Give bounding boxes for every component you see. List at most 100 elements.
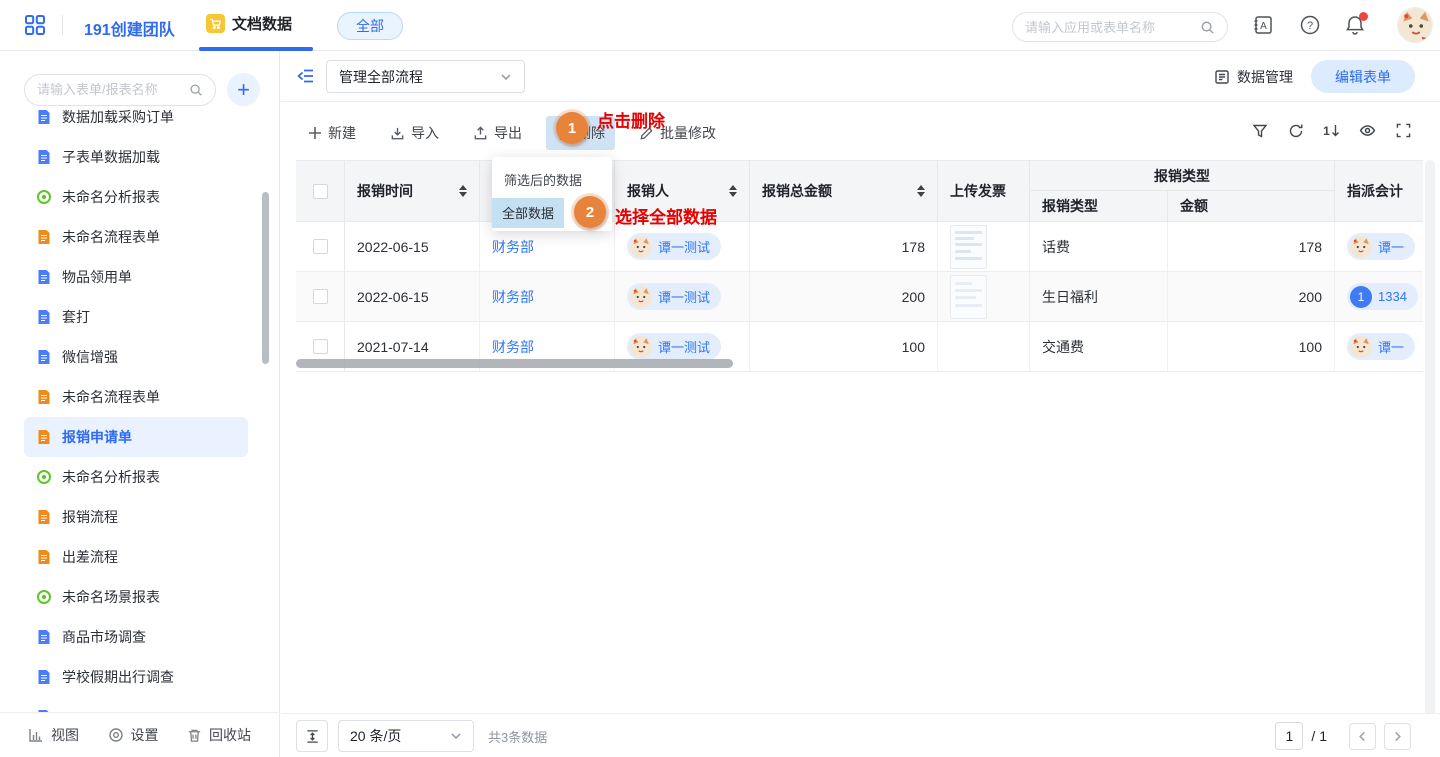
eye-icon[interactable] (1359, 122, 1376, 139)
settings-button[interactable]: 设置 (108, 725, 159, 745)
notification-bell-icon[interactable] (1344, 14, 1366, 36)
pagination-bar: 20 条/页 共3条数据 1 / 1 (281, 713, 1440, 757)
sidebar-item[interactable]: 套打 (24, 297, 248, 337)
invoice-thumbnail[interactable] (950, 225, 987, 269)
flow-doc-icon (36, 229, 52, 245)
annotation-text-1: 点击删除 (597, 107, 665, 132)
collapse-sidebar-icon[interactable] (297, 67, 315, 85)
tab-document-data[interactable]: 文档数据 (206, 13, 292, 34)
person-chip[interactable]: 谭一测试 (627, 233, 721, 260)
sort-icon[interactable]: 1 (1323, 122, 1340, 139)
prev-page-button[interactable] (1349, 723, 1376, 750)
annotation-step-2: 2 (574, 196, 606, 228)
page-total-label: / 1 (1311, 728, 1327, 744)
export-button[interactable]: 导出 (463, 116, 532, 150)
sidebar-search[interactable] (24, 74, 216, 106)
row-height-button[interactable] (296, 720, 328, 752)
sort-toggle-icon[interactable] (459, 185, 467, 197)
menu-item-filtered-data[interactable]: 筛选后的数据 (492, 165, 612, 194)
row-checkbox[interactable] (313, 239, 328, 254)
table-row[interactable]: 2022-06-15 财务部 谭一测试 178 话费 178 谭一 (296, 222, 1423, 272)
column-header-amount[interactable]: 金额 (1168, 191, 1334, 221)
sidebar-item[interactable]: 学校假期出行调查 (24, 657, 248, 697)
add-form-button[interactable]: + (227, 73, 260, 106)
page-size-select[interactable]: 20 条/页 (338, 720, 474, 752)
app-root: 191创建团队 文档数据 全部 A ? (0, 0, 1440, 757)
flow-scope-select[interactable]: 管理全部流程 (326, 60, 525, 93)
refresh-icon[interactable] (1287, 122, 1304, 139)
row-checkbox[interactable] (313, 339, 328, 354)
flow-doc-icon (36, 549, 52, 565)
filter-icon[interactable] (1251, 122, 1268, 139)
report-icon (36, 469, 52, 485)
sidebar-item[interactable]: 物品领用单 (24, 257, 248, 297)
divider (62, 15, 63, 35)
sidebar-item[interactable]: 数据加载采购订单 (24, 108, 248, 137)
sidebar-item[interactable]: 未命名流程表单 (24, 377, 248, 417)
form-doc-icon (36, 109, 52, 125)
person-chip[interactable]: 谭一测试 (627, 333, 721, 360)
form-list: 数据加载采购订单 子表单数据加载 未命名分析报表 未命名流程表单 物品领用单 套… (0, 108, 268, 712)
global-search[interactable] (1012, 12, 1228, 42)
accountant-chip[interactable]: 1 1334 (1347, 283, 1418, 310)
select-all-checkbox[interactable] (313, 184, 328, 199)
form-doc-icon (36, 269, 52, 285)
export-icon (473, 126, 488, 141)
sidebar-item[interactable]: 子表单数据加载 (24, 137, 248, 177)
column-header-type[interactable]: 报销类型 (1030, 191, 1168, 221)
person-chip[interactable]: 谭一测试 (627, 283, 721, 310)
column-header-total[interactable]: 报销总金额 (750, 161, 938, 221)
sidebar-scrollbar[interactable] (262, 192, 269, 364)
sidebar-item-clipped[interactable] (24, 697, 248, 712)
column-header-time[interactable]: 报销时间 (345, 161, 480, 221)
chevron-down-icon (450, 730, 462, 742)
sidebar-item[interactable]: 出差流程 (24, 537, 248, 577)
accountant-chip[interactable]: 谭一 (1347, 233, 1415, 260)
horizontal-scrollbar[interactable] (296, 359, 733, 368)
sidebar-item[interactable]: 微信增强 (24, 337, 248, 377)
edit-form-button[interactable]: 编辑表单 (1311, 60, 1415, 93)
sidebar-search-input[interactable] (37, 82, 181, 97)
fullscreen-icon[interactable] (1395, 122, 1412, 139)
sidebar-item[interactable]: 未命名场景报表 (24, 577, 248, 617)
new-record-button[interactable]: 新建 (298, 116, 366, 150)
sort-toggle-icon[interactable] (917, 185, 925, 197)
person-avatar (1350, 336, 1372, 358)
svg-text:A: A (1260, 21, 1267, 32)
import-button[interactable]: 导入 (380, 116, 449, 150)
help-icon[interactable]: ? (1299, 14, 1321, 36)
global-search-input[interactable] (1025, 20, 1192, 35)
contacts-icon[interactable]: A (1252, 14, 1274, 36)
data-manage-icon (1214, 69, 1230, 85)
form-doc-icon (36, 309, 52, 325)
data-toolbar: 新建 导入 导出 删除 批量修改 (281, 102, 1440, 160)
sort-toggle-icon[interactable] (729, 185, 737, 197)
data-manage-button[interactable]: 数据管理 (1214, 67, 1293, 87)
invoice-thumbnail[interactable] (950, 275, 987, 319)
sidebar-item[interactable]: 未命名流程表单 (24, 217, 248, 257)
column-header-invoice[interactable]: 上传发票 (938, 161, 1030, 221)
flow-doc-icon (36, 509, 52, 525)
cart-icon (206, 14, 225, 33)
department-link[interactable]: 财务部 (480, 272, 615, 321)
row-checkbox[interactable] (313, 289, 328, 304)
team-name[interactable]: 191创建团队 (84, 16, 175, 40)
sidebar-item[interactable]: 商品市场调查 (24, 617, 248, 657)
apps-grid-icon[interactable] (24, 14, 46, 36)
annotation-text-2: 选择全部数据 (615, 203, 717, 228)
sidebar-item-active[interactable]: 报销申请单 (24, 417, 248, 457)
views-button[interactable]: 视图 (28, 725, 79, 745)
recycle-bin-button[interactable]: 回收站 (187, 725, 251, 745)
vertical-scrollbar-track[interactable] (1425, 160, 1435, 757)
table-row[interactable]: 2022-06-15 财务部 谭一测试 200 生日福利 200 1 1334 (296, 272, 1423, 322)
user-avatar[interactable] (1397, 7, 1433, 43)
accountant-chip[interactable]: 谭一 (1347, 333, 1415, 360)
next-page-button[interactable] (1384, 723, 1411, 750)
sidebar-item[interactable]: 未命名分析报表 (24, 177, 248, 217)
data-table: 报销时间 报销人 报销总金额 上传发票 报销类型 报销类型 金额 (296, 160, 1423, 372)
current-page-box[interactable]: 1 (1275, 722, 1303, 750)
column-header-accountant[interactable]: 指派会计 (1335, 161, 1423, 221)
sidebar-item[interactable]: 未命名分析报表 (24, 457, 248, 497)
scope-badge[interactable]: 全部 (337, 12, 403, 40)
sidebar-item[interactable]: 报销流程 (24, 497, 248, 537)
